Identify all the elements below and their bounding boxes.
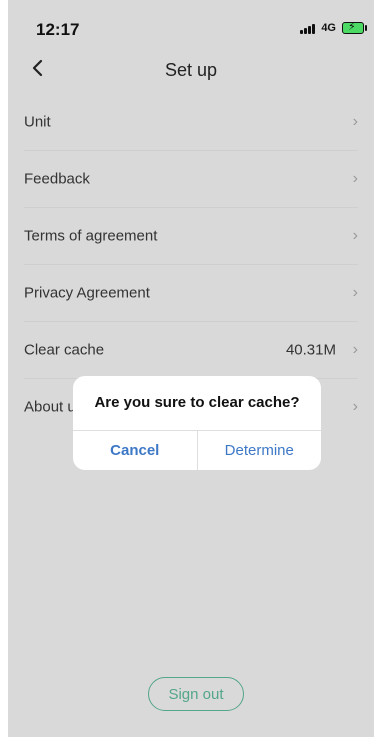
page-title: Set up <box>164 60 218 80</box>
screen-edge-left <box>0 0 8 737</box>
screen-edge-right <box>374 0 382 737</box>
settings-item-feedback[interactable]: Feedback › <box>24 151 358 208</box>
cache-size-value: 40.31M <box>285 341 336 359</box>
cancel-button[interactable]: Cancel <box>73 431 198 470</box>
settings-item-clear-cache[interactable]: Clear cache 40.31M › <box>24 322 358 379</box>
dialog-message: Are you sure to clear cache? <box>94 394 300 411</box>
nav-header: Set up <box>8 52 374 92</box>
clear-cache-dialog: Are you sure to clear cache? Cancel Dete… <box>73 376 321 470</box>
chevron-right-icon: › <box>352 227 358 244</box>
status-time: 12:17 <box>36 20 80 39</box>
settings-item-label: Feedback <box>24 170 90 188</box>
charging-bolt-icon: ⚡ <box>348 21 356 33</box>
battery-icon: ⚡ <box>342 21 367 34</box>
chevron-right-icon: › <box>352 341 358 358</box>
status-indicators: 4G ⚡ <box>300 21 367 34</box>
chevron-right-icon: › <box>352 398 358 415</box>
settings-item-label: Terms of agreement <box>24 227 158 245</box>
app-screen: 12:17 4G ⚡ Set up Unit › Feedback › Term… <box>0 0 382 737</box>
dialog-button-row: Cancel Determine <box>73 431 321 470</box>
settings-item-label: Unit <box>24 113 51 131</box>
sign-out-button[interactable]: Sign out <box>148 677 244 711</box>
chevron-right-icon: › <box>352 284 358 301</box>
status-bar: 12:17 4G ⚡ <box>8 0 374 48</box>
settings-item-unit[interactable]: Unit › <box>24 94 358 151</box>
determine-button[interactable]: Determine <box>198 431 322 470</box>
chevron-right-icon: › <box>352 113 358 130</box>
settings-item-terms[interactable]: Terms of agreement › <box>24 208 358 265</box>
settings-item-label: Clear cache <box>24 341 105 359</box>
signal-icon <box>300 23 316 34</box>
network-label: 4G <box>321 22 336 34</box>
chevron-right-icon: › <box>352 170 358 187</box>
settings-item-privacy[interactable]: Privacy Agreement › <box>24 265 358 322</box>
settings-item-label: Privacy Agreement <box>24 284 150 302</box>
